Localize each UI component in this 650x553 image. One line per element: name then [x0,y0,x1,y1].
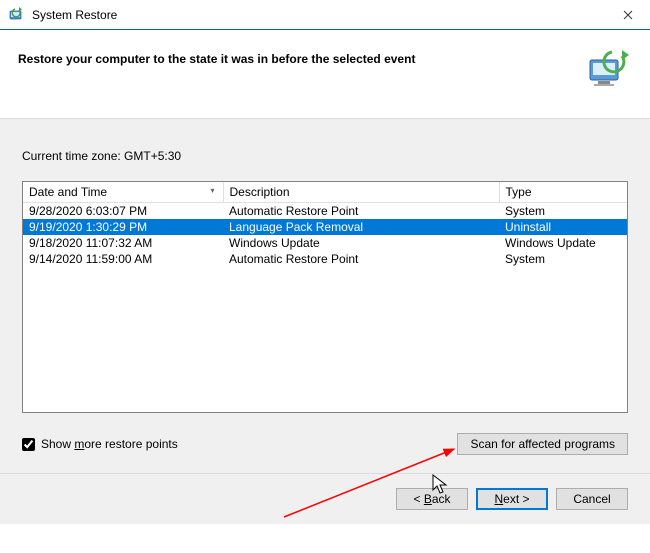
restore-points-table[interactable]: Date and Time ▾ Description Type 9/28/20… [22,181,628,413]
back-button[interactable]: < Back [396,488,468,510]
column-header-description[interactable]: Description [223,182,499,203]
column-header-type[interactable]: Type [499,182,627,203]
header-text: Restore your computer to the state it wa… [18,50,572,66]
timezone-label: Current time zone: GMT+5:30 [22,149,628,163]
cancel-button[interactable]: Cancel [556,488,628,510]
sort-descending-icon: ▾ [210,186,214,195]
next-button[interactable]: Next > [476,488,548,510]
table-row[interactable]: 9/18/2020 11:07:32 AMWindows UpdateWindo… [23,235,627,251]
header: Restore your computer to the state it wa… [0,30,650,119]
footer: < Back Next > Cancel [0,473,650,524]
window-title: System Restore [32,8,605,22]
table-row[interactable]: 9/28/2020 6:03:07 PMAutomatic Restore Po… [23,203,627,220]
cell-type: Windows Update [499,235,627,251]
table-row[interactable]: 9/14/2020 11:59:00 AMAutomatic Restore P… [23,251,627,267]
cell-type: System [499,251,627,267]
content-area: Current time zone: GMT+5:30 Date and Tim… [0,119,650,473]
show-more-label: Show more restore points [41,437,178,451]
titlebar: System Restore [0,0,650,30]
column-header-datetime[interactable]: Date and Time ▾ [23,182,223,203]
close-button[interactable] [605,0,650,30]
show-more-checkbox-input[interactable] [22,438,35,451]
scan-affected-button[interactable]: Scan for affected programs [457,433,628,455]
table-row[interactable]: 9/19/2020 1:30:29 PMLanguage Pack Remova… [23,219,627,235]
cell-datetime: 9/14/2020 11:59:00 AM [23,251,223,267]
show-more-checkbox[interactable]: Show more restore points [22,437,178,451]
cell-datetime: 9/19/2020 1:30:29 PM [23,219,223,235]
cell-description: Windows Update [223,235,499,251]
cell-description: Automatic Restore Point [223,203,499,220]
cell-datetime: 9/18/2020 11:07:32 AM [23,235,223,251]
cell-datetime: 9/28/2020 6:03:07 PM [23,203,223,220]
restore-icon [8,7,24,23]
cell-type: System [499,203,627,220]
cell-type: Uninstall [499,219,627,235]
cell-description: Language Pack Removal [223,219,499,235]
cell-description: Automatic Restore Point [223,251,499,267]
header-restore-icon [584,50,632,90]
